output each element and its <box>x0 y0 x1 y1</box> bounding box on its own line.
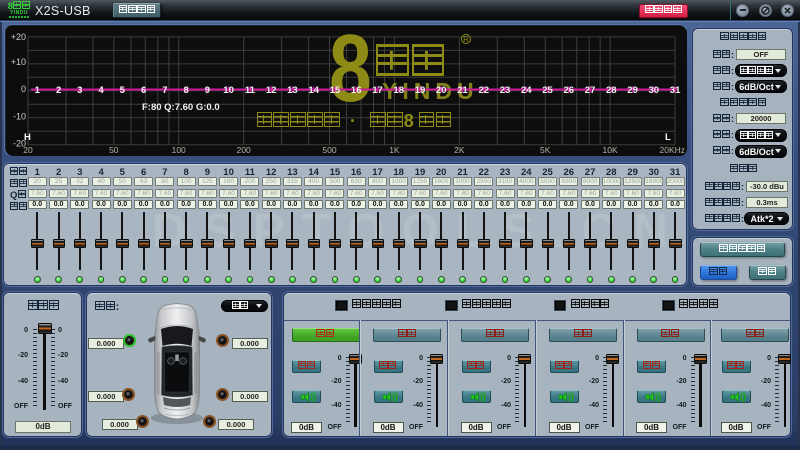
svg-text:F:80 Q:7.60 G:0.0: F:80 Q:7.60 G:0.0 <box>142 102 220 113</box>
svg-text:13: 13 <box>287 85 298 96</box>
svg-text:5: 5 <box>120 85 126 96</box>
svg-text:+20: +20 <box>11 32 26 42</box>
svg-text:21: 21 <box>457 85 468 96</box>
svg-text:3: 3 <box>77 85 82 96</box>
svg-text:23: 23 <box>500 85 511 96</box>
svg-text:9: 9 <box>205 85 210 96</box>
svg-text:8: 8 <box>183 85 188 96</box>
svg-text:1K: 1K <box>389 145 400 155</box>
svg-text:500: 500 <box>322 145 336 155</box>
svg-text:5K: 5K <box>540 145 551 155</box>
svg-text:22: 22 <box>479 85 490 96</box>
svg-text:27: 27 <box>585 85 596 96</box>
svg-text:7: 7 <box>162 85 167 96</box>
svg-text:15: 15 <box>330 85 341 96</box>
svg-text:20KHz: 20KHz <box>659 145 685 155</box>
svg-text:0: 0 <box>21 84 26 94</box>
svg-text:28: 28 <box>606 85 617 96</box>
svg-text:31: 31 <box>670 85 681 96</box>
svg-text:2: 2 <box>56 85 61 96</box>
svg-text:29: 29 <box>627 85 638 96</box>
svg-text:11: 11 <box>245 85 256 96</box>
svg-text:-10: -10 <box>13 112 26 122</box>
svg-text:200: 200 <box>237 145 251 155</box>
svg-text:20: 20 <box>436 85 447 96</box>
svg-text:16: 16 <box>351 85 362 96</box>
svg-text:10: 10 <box>223 85 234 96</box>
svg-text:26: 26 <box>564 85 575 96</box>
svg-text:2K: 2K <box>454 145 465 155</box>
svg-text:30: 30 <box>649 85 660 96</box>
svg-text:24: 24 <box>521 85 532 96</box>
svg-text:6: 6 <box>141 85 146 96</box>
svg-text:100: 100 <box>172 145 186 155</box>
svg-text:50: 50 <box>109 145 119 155</box>
svg-text:14: 14 <box>308 85 319 96</box>
svg-text:10K: 10K <box>603 145 618 155</box>
svg-text:17: 17 <box>372 85 383 96</box>
svg-text:25: 25 <box>542 85 553 96</box>
svg-text:H: H <box>24 132 31 143</box>
svg-text:20: 20 <box>23 145 33 155</box>
svg-text:4: 4 <box>98 85 104 96</box>
svg-text:+10: +10 <box>11 57 26 67</box>
svg-text:12: 12 <box>266 85 277 96</box>
svg-text:L: L <box>665 132 671 143</box>
svg-text:18: 18 <box>393 85 404 96</box>
svg-text:1: 1 <box>35 85 41 96</box>
svg-text:19: 19 <box>415 85 426 96</box>
